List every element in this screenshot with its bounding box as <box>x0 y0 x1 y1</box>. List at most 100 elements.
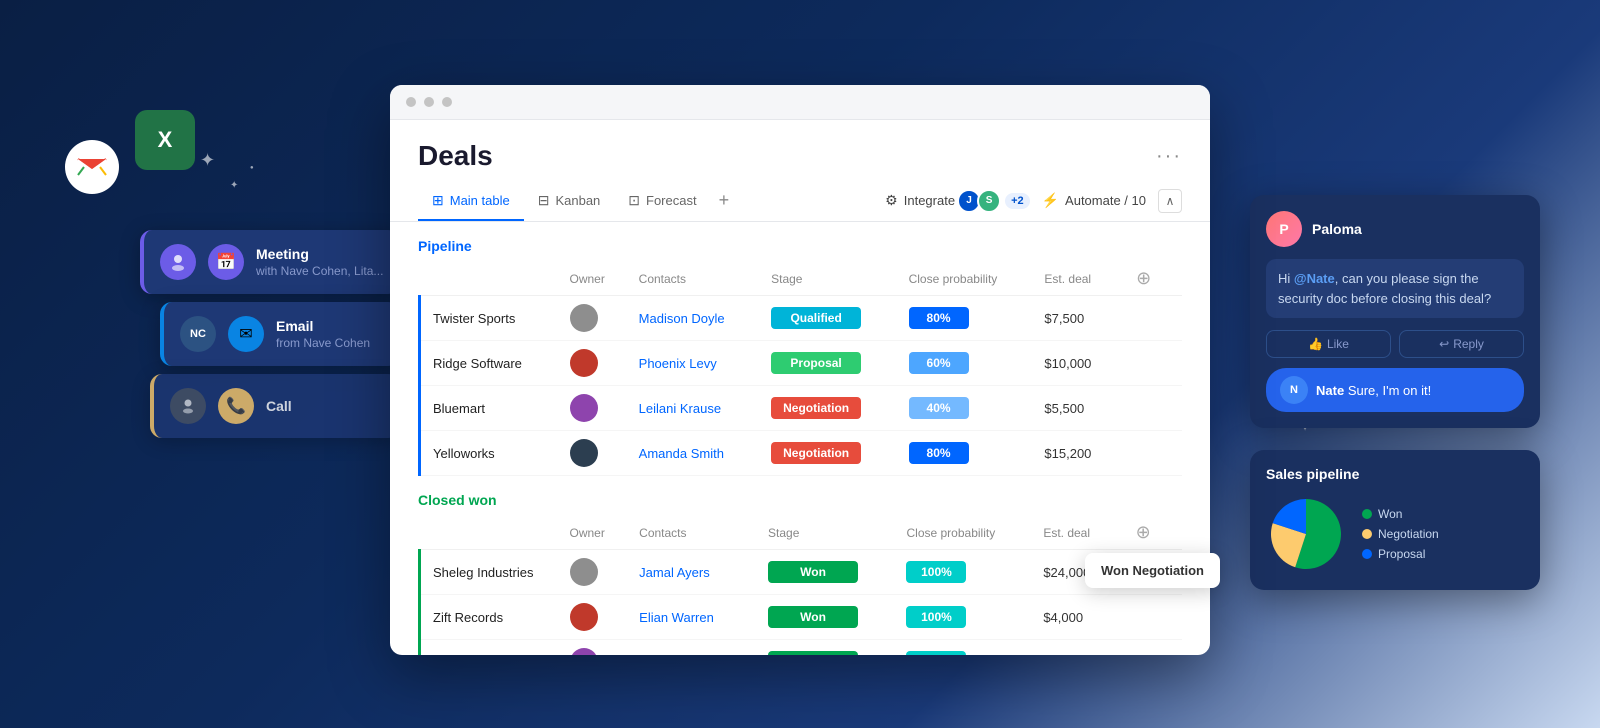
contacts-cell: Leilani Krause <box>629 386 761 431</box>
closed-won-row[interactable]: Waissman Gallery Sam Spillberg Won 100% … <box>420 640 1183 656</box>
tab-forecast[interactable]: ⊡ Forecast <box>614 182 710 221</box>
pipeline-content: Won Negotiation Proposal <box>1266 494 1524 574</box>
stage-badge-cw: Won <box>768 561 858 583</box>
tab-forecast-label: Forecast <box>646 193 697 208</box>
contacts-cell-cw: Sam Spillberg <box>629 640 758 656</box>
legend-label-negotiation: Negotiation <box>1378 527 1439 541</box>
contacts-cell-cw: Jamal Ayers <box>629 550 758 595</box>
pie-chart <box>1266 494 1346 574</box>
est-deal-cell: $5,500 <box>1034 386 1118 431</box>
owner-avatar-cw <box>570 648 598 655</box>
email-avatar: NC <box>180 316 216 352</box>
automate-button[interactable]: ⚡ Automate / 10 <box>1042 192 1146 209</box>
contact-link[interactable]: Amanda Smith <box>639 446 724 461</box>
tab-kanban[interactable]: ⊟ Kanban <box>524 182 615 221</box>
est-deal-cell: $15,200 <box>1034 431 1118 476</box>
chat-message-text: Hi @Nate, can you please sign the securi… <box>1278 269 1512 308</box>
owner-avatar <box>570 349 598 377</box>
reply-text: Nate Sure, I'm on it! <box>1316 383 1431 398</box>
prob-badge: 60% <box>909 352 969 374</box>
contact-link-cw[interactable]: Jamal Ayers <box>639 565 710 580</box>
tab-main-table[interactable]: ⊞ Main table <box>418 182 524 221</box>
kanban-icon: ⊟ <box>538 192 550 209</box>
call-notification[interactable]: 📞 Call <box>150 374 400 438</box>
contact-link[interactable]: Phoenix Levy <box>639 356 717 371</box>
email-content: Email from Nave Cohen <box>276 318 384 350</box>
legend-dot-negotiation <box>1362 529 1372 539</box>
chat-mention: @Nate <box>1294 271 1335 286</box>
col-stage-cw: Stage <box>758 516 896 550</box>
col-prob-cw: Close probability <box>896 516 1033 550</box>
est-deal-cell: $10,000 <box>1034 341 1118 386</box>
like-button[interactable]: 👍 Like <box>1266 330 1391 358</box>
legend-negotiation: Negotiation <box>1362 527 1439 541</box>
prob-badge: 40% <box>909 397 969 419</box>
email-notification[interactable]: NC ✉ Email from Nave Cohen <box>160 302 400 366</box>
prob-cell-cw: 100% <box>896 640 1033 656</box>
contact-link-cw[interactable]: Elian Warren <box>639 610 714 625</box>
owner-cell <box>560 431 629 476</box>
reply-button[interactable]: ↩ Reply <box>1399 330 1524 358</box>
closed-won-section-title: Closed won <box>418 492 497 508</box>
add-column-button[interactable]: ⊕ <box>1128 268 1159 288</box>
stage-badge-cw: Won <box>768 606 858 628</box>
email-icon: ✉ <box>228 316 264 352</box>
owner-avatar-cw <box>570 558 598 586</box>
integrate-label: Integrate <box>904 193 955 208</box>
contact-link[interactable]: Leilani Krause <box>639 401 721 416</box>
meeting-subtitle: with Nave Cohen, Lita... <box>256 264 384 278</box>
reply-username: Nate <box>1316 383 1344 398</box>
star-decoration-2: ✦ <box>230 180 238 191</box>
stage-badge: Negotiation <box>771 442 861 464</box>
integrate-button[interactable]: ⚙ Integrate J S +2 <box>885 189 1029 213</box>
est-deal-cell-cw: $4,000 <box>1033 595 1117 640</box>
prob-badge: 80% <box>909 442 969 464</box>
pipeline-row[interactable]: Bluemart Leilani Krause Negotiation 40% … <box>420 386 1183 431</box>
prob-cell-cw: 100% <box>896 595 1033 640</box>
email-subtitle: from Nave Cohen <box>276 336 384 350</box>
app-count-badge: +2 <box>1005 193 1030 209</box>
col-prob: Close probability <box>899 262 1035 296</box>
col-stage: Stage <box>761 262 898 296</box>
closed-won-table-header: Owner Contacts Stage Close probability E… <box>420 516 1183 550</box>
meeting-title: Meeting <box>256 246 384 262</box>
owner-cell <box>560 386 629 431</box>
pipeline-row[interactable]: Twister Sports Madison Doyle Qualified 8… <box>420 296 1183 341</box>
stage-cell: Negotiation <box>761 386 898 431</box>
contact-link-cw[interactable]: Sam Spillberg <box>639 655 720 656</box>
tab-add-button[interactable]: + <box>711 180 738 221</box>
main-table-icon: ⊞ <box>432 192 444 209</box>
more-options-button[interactable]: ··· <box>1156 145 1182 168</box>
owner-avatar <box>570 394 598 422</box>
chat-panel: P Paloma Hi @Nate, can you please sign t… <box>1250 195 1540 428</box>
paloma-avatar: P <box>1266 211 1302 247</box>
prob-badge: 80% <box>909 307 969 329</box>
collapse-button[interactable]: ∧ <box>1158 189 1182 213</box>
pipeline-row[interactable]: Yelloworks Amanda Smith Negotiation 80% … <box>420 431 1183 476</box>
tab-main-table-label: Main table <box>450 193 510 208</box>
contact-link[interactable]: Madison Doyle <box>639 311 725 326</box>
nate-avatar: N <box>1280 376 1308 404</box>
pipeline-table: Owner Contacts Stage Close probability E… <box>418 262 1182 476</box>
reply-message: Sure, I'm on it! <box>1348 383 1431 398</box>
company-cell-cw: Zift Records <box>420 595 560 640</box>
paloma-name: Paloma <box>1312 221 1362 237</box>
add-column-button-cw[interactable]: ⊕ <box>1128 522 1159 542</box>
company-cell: Ridge Software <box>420 341 560 386</box>
pipeline-row[interactable]: Ridge Software Phoenix Levy Proposal 60%… <box>420 341 1183 386</box>
deals-header: Deals ··· <box>390 120 1210 172</box>
company-cell: Bluemart <box>420 386 560 431</box>
chat-user: P Paloma <box>1266 211 1524 247</box>
deals-content: Pipeline Owner Contacts Stage Close prob… <box>390 222 1210 655</box>
closed-won-row[interactable]: Sheleg Industries Jamal Ayers Won 100% $… <box>420 550 1183 595</box>
col-contacts-cw: Contacts <box>629 516 758 550</box>
owner-cell-cw <box>560 595 630 640</box>
like-label: Like <box>1327 337 1349 351</box>
pipeline-table-header: Owner Contacts Stage Close probability E… <box>420 262 1183 296</box>
closed-won-row[interactable]: Zift Records Elian Warren Won 100% $4,00… <box>420 595 1183 640</box>
prob-cell: 40% <box>899 386 1035 431</box>
like-icon: 👍 <box>1308 337 1323 351</box>
meeting-notification[interactable]: 📅 Meeting with Nave Cohen, Lita... <box>140 230 400 294</box>
prob-badge-cw: 100% <box>906 561 966 583</box>
gmail-icon <box>65 140 119 194</box>
